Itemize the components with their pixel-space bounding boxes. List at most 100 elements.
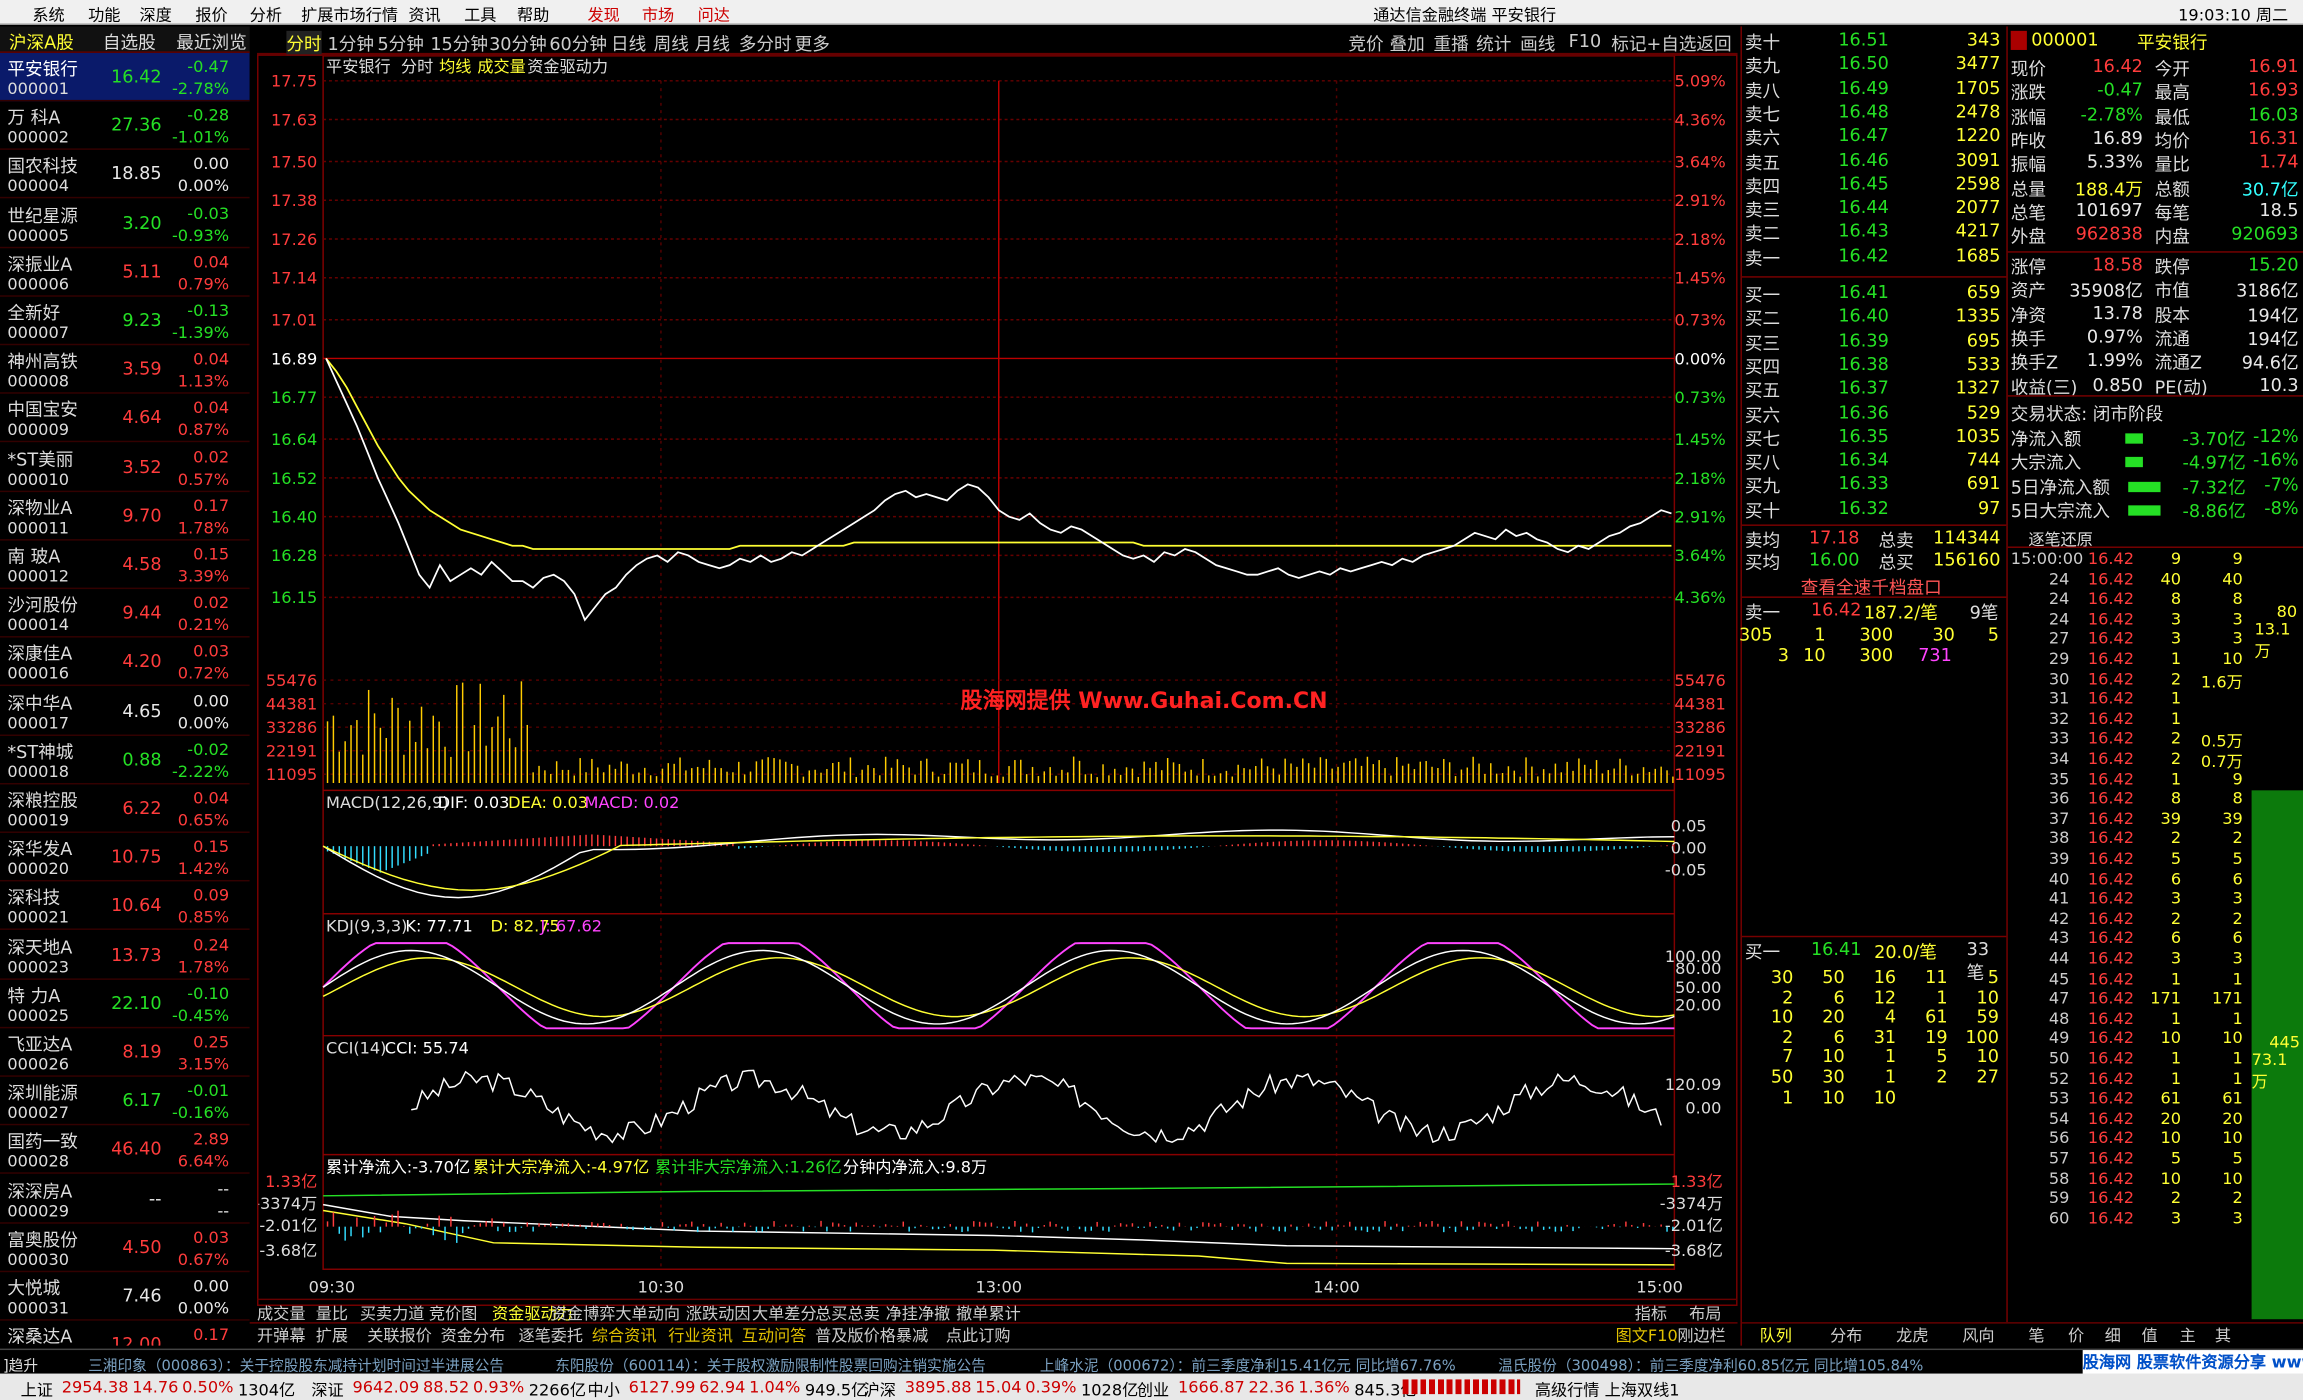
menu-item-11[interactable]: 问达: [698, 3, 730, 27]
stock-row[interactable]: 国农科技 000004 18.85 0.00 0.00%: [0, 150, 250, 199]
quote-label-2: 量比: [2154, 154, 2190, 176]
menu-item-8[interactable]: 帮助: [517, 3, 549, 27]
stock-row[interactable]: 深圳能源 000027 6.17 -0.01 -0.16%: [0, 1077, 250, 1126]
tab-period-10[interactable]: 更多: [795, 31, 830, 56]
menu-item-4[interactable]: 分析: [250, 3, 282, 27]
tab-tool-4[interactable]: 画线: [1520, 31, 1555, 56]
tool-tab-9[interactable]: 点此订购: [946, 1324, 1011, 1348]
tool-tab-4[interactable]: 逐笔委托: [518, 1324, 583, 1348]
tab-period-8[interactable]: 月线: [695, 31, 730, 56]
news-item-4[interactable]: 温氏股份（300498）：前三季度净利60.85亿元 同比增105.84%: [1498, 1353, 1923, 1375]
stock-row[interactable]: 万 科A 000002 27.36 -0.28 -1.01%: [0, 102, 250, 151]
menu-item-2[interactable]: 深度: [140, 3, 172, 27]
sidebar-button[interactable]: 刚边栏: [1677, 1324, 1725, 1348]
tick-tab-1[interactable]: 分布: [1830, 1324, 1862, 1348]
tab-period-4[interactable]: 30分钟: [489, 31, 547, 56]
stock-row[interactable]: 南 玻A 000012 4.58 0.15 3.39%: [0, 541, 250, 590]
intraday-chart[interactable]: 平安银行 分时 均线 成交量 资金驱动力 17.75 5.09% 17.63 4.36% 17.5…: [259, 55, 1740, 1308]
tab-period-1[interactable]: 1分钟: [328, 31, 374, 56]
menu-item-7[interactable]: 工具: [464, 3, 496, 27]
menu-item-9[interactable]: 发现: [588, 3, 620, 27]
stock-row[interactable]: 深科技 000021 10.64 0.09 0.85%: [0, 882, 250, 931]
news-item-3[interactable]: 上峰水泥（000672）：前三季度净利15.41亿元 同比增67.76%: [1040, 1353, 1456, 1375]
menu-item-5[interactable]: 扩展市场行情: [301, 3, 398, 27]
menu-item-6[interactable]: 资讯: [408, 3, 440, 27]
tab-period-9[interactable]: 多分时: [739, 31, 792, 56]
tool-tab-7[interactable]: 互动问答: [742, 1324, 807, 1348]
stock-row[interactable]: 深康佳A 000016 4.20 0.03 0.72%: [0, 638, 250, 687]
f10-button[interactable]: 图文F10: [1616, 1324, 1678, 1348]
tick-tab-7[interactable]: 值: [2141, 1324, 2157, 1348]
tool-tab-0[interactable]: 开弹幕: [257, 1324, 305, 1348]
tab-period-0[interactable]: 分时: [286, 30, 322, 56]
tick-tab-4[interactable]: 笔: [2028, 1324, 2044, 1348]
stock-row[interactable]: 国药一致 000028 46.40 2.89 6.64%: [0, 1126, 250, 1175]
order-label: 卖一: [1744, 247, 1781, 269]
tab-tool-2[interactable]: 重播: [1434, 31, 1469, 56]
stock-row[interactable]: 世纪星源 000005 3.20 -0.03 -0.93%: [0, 199, 250, 248]
tab-recent[interactable]: 最近浏览: [176, 29, 247, 54]
stock-row[interactable]: *ST美丽 000010 3.52 0.02 0.57%: [0, 443, 250, 492]
tool-tab-2[interactable]: 关联报价: [367, 1324, 432, 1348]
stock-row[interactable]: 深桑达A00003212.000.17: [0, 1321, 250, 1345]
stock-row[interactable]: 飞亚达A 000026 8.19 0.25 3.15%: [0, 1028, 250, 1077]
news-ticker[interactable]: ]趋升 三湘印象（000863）：关于控股股东减持计划时间过半进展公告 东阳股份（6…: [0, 1348, 2303, 1376]
stock-row[interactable]: *ST神城 000018 0.88 -0.02 -2.22%: [0, 736, 250, 785]
tab-tool-5[interactable]: F10: [1569, 31, 1602, 52]
tab-hs-a[interactable]: 沪深A股: [9, 29, 74, 54]
stock-row[interactable]: 沙河股份 000014 9.44 0.02 0.21%: [0, 589, 250, 638]
index-name-hs[interactable]: 沪深: [864, 1378, 896, 1400]
tick-tab-9[interactable]: 其: [2215, 1324, 2231, 1348]
tab-tool-3[interactable]: 统计: [1476, 31, 1511, 56]
stock-row[interactable]: 特 力A 000025 22.10 -0.10 -0.45%: [0, 980, 250, 1029]
index-name-sh[interactable]: 上证: [21, 1378, 53, 1400]
stock-row[interactable]: 大悦城 000031 7.46 0.00 0.00%: [0, 1272, 250, 1321]
tool-tab-1[interactable]: 扩展: [316, 1324, 348, 1348]
stock-name: 神州高铁: [7, 351, 78, 372]
tick-tab-5[interactable]: 价: [2068, 1324, 2084, 1348]
news-item-1[interactable]: 三湘印象（000863）：关于控股股东减持计划时间过半进展公告: [88, 1353, 504, 1375]
stock-row[interactable]: 深振业A 000006 5.11 0.04 0.79%: [0, 248, 250, 297]
tick-tab-6[interactable]: 细: [2105, 1324, 2121, 1348]
tab-period-6[interactable]: 日线: [611, 31, 646, 56]
tool-tab-3[interactable]: 资金分布: [441, 1324, 506, 1348]
tab-tool-6[interactable]: 标记: [1611, 31, 1646, 56]
stock-row[interactable]: 中国宝安 000009 4.64 0.04 0.87%: [0, 394, 250, 443]
index-pct-hs: 0.39%: [1025, 1377, 1077, 1398]
tool-tab-8[interactable]: 普及版价格暴减: [815, 1324, 928, 1348]
tick-tab-0[interactable]: 队列: [1760, 1324, 1792, 1348]
tick-tab-8[interactable]: 主: [2180, 1324, 2196, 1348]
stock-row[interactable]: 深深房A 000029 -- -- --: [0, 1175, 250, 1224]
tab-tool-7[interactable]: +自选: [1646, 31, 1696, 56]
tab-period-2[interactable]: 5分钟: [377, 31, 423, 56]
tab-tool-1[interactable]: 叠加: [1389, 31, 1424, 56]
stock-row[interactable]: 深物业A 000011 9.70 0.17 1.78%: [0, 492, 250, 541]
menu-item-1[interactable]: 功能: [88, 3, 120, 27]
tick-tab-3[interactable]: 风向: [1962, 1324, 1994, 1348]
tick-tab-2[interactable]: 龙虎: [1896, 1324, 1928, 1348]
index-name-cy[interactable]: 创业: [1137, 1378, 1169, 1400]
stock-row[interactable]: 富奥股份 000030 4.50 0.03 0.67%: [0, 1223, 250, 1272]
menu-item-3[interactable]: 报价: [195, 3, 227, 27]
menu-item-0[interactable]: 系统: [32, 3, 64, 27]
tool-tab-5[interactable]: 综合资讯: [592, 1324, 657, 1348]
index-name-sz[interactable]: 深证: [311, 1378, 343, 1400]
tab-watchlist[interactable]: 自选股: [103, 29, 156, 54]
tab-period-3[interactable]: 15分钟: [430, 31, 488, 56]
tool-tab-6[interactable]: 行业资讯: [668, 1324, 733, 1348]
news-item-0[interactable]: ]趋升: [3, 1353, 38, 1375]
news-item-2[interactable]: 东阳股份（600114）：关于股权激励限制性股票回购注销实施公告: [555, 1353, 986, 1375]
tab-tool-0[interactable]: 竞价: [1348, 31, 1383, 56]
stock-row[interactable]: 深华发A 000020 10.75 0.15 1.42%: [0, 833, 250, 882]
tab-tool-8[interactable]: 返回: [1696, 31, 1731, 56]
stock-row[interactable]: 平安银行 000001 16.42 -0.47 -2.78%: [0, 52, 250, 102]
index-name-zx[interactable]: 中小: [588, 1378, 620, 1400]
stock-row[interactable]: 神州高铁 000008 3.59 0.04 1.13%: [0, 346, 250, 394]
stock-row[interactable]: 深中华A 000017 4.65 0.00 0.00%: [0, 687, 250, 736]
stock-row[interactable]: 深天地A 000023 13.73 0.24 1.78%: [0, 931, 250, 980]
menu-item-10[interactable]: 市场: [642, 3, 674, 27]
tab-period-7[interactable]: 周线: [654, 31, 689, 56]
stock-row[interactable]: 全新好 000007 9.23 -0.13 -1.39%: [0, 297, 250, 346]
tab-period-5[interactable]: 60分钟: [549, 31, 607, 56]
stock-row[interactable]: 深粮控股 000019 6.22 0.04 0.65%: [0, 784, 250, 833]
